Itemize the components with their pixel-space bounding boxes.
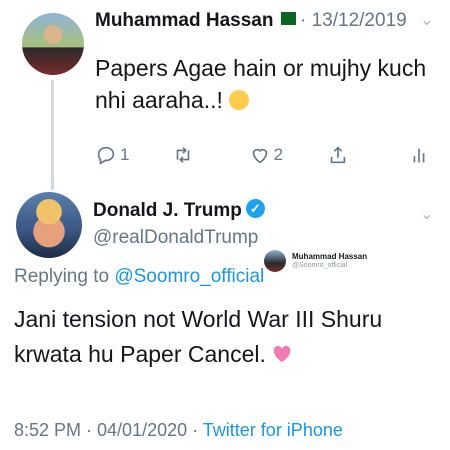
overlay-handle: @Soomro_official <box>292 262 348 269</box>
retweet-icon <box>176 147 190 163</box>
verified-icon: ✓ <box>245 199 265 219</box>
chevron-down-icon[interactable]: ⌄ <box>420 204 433 224</box>
like-button[interactable]: 2 <box>249 144 328 166</box>
tweet2-author-handle[interactable]: @realDonaldTrump <box>93 227 258 249</box>
thread-connector-line <box>51 80 54 190</box>
overlay-name: Muhammad Hassan <box>292 252 368 261</box>
tweet2-author-name-text: Donald J. Trump <box>93 200 242 221</box>
analytics-icon <box>413 148 425 163</box>
tweet2-timestamp[interactable]: 8:52 PM · 04/01/2020 · <box>14 420 203 440</box>
pink-heart-emoji-icon <box>273 345 291 363</box>
reply-count: 1 <box>120 145 130 164</box>
tweet2-text-content: Jani tension not World War III Shuru krw… <box>14 306 383 367</box>
replying-to-link[interactable]: @Soomro_official <box>114 266 264 287</box>
chevron-down-icon[interactable]: ⌄ <box>420 10 433 30</box>
like-icon <box>252 148 267 164</box>
analytics-button[interactable] <box>408 144 430 166</box>
tweet1-text: Papers Agae hain or mujhy kuch nhi aarah… <box>95 52 435 116</box>
tweet2-author-name[interactable]: Donald J. Trump ✓ <box>93 199 265 222</box>
tweet1-text-content: Papers Agae hain or mujhy kuch nhi aarah… <box>95 55 427 113</box>
replying-to-line: Replying to @Soomro_official <box>14 266 264 288</box>
crying-face-emoji-icon <box>229 89 250 110</box>
share-icon <box>331 146 346 164</box>
retweet-button[interactable] <box>172 144 249 166</box>
reply-button[interactable]: 1 <box>95 144 172 166</box>
tweet1-action-bar: 1 2 <box>95 143 430 167</box>
tweet1-author-name[interactable]: Muhammad Hassan <box>95 10 297 32</box>
tweet2-text: Jani tension not World War III Shuru krw… <box>14 302 439 372</box>
tweet2-source-link[interactable]: Twitter for iPhone <box>203 420 343 440</box>
replying-to-prefix: Replying to <box>14 266 115 287</box>
avatar-donald-trump[interactable] <box>16 192 82 258</box>
tweet2-footer: 8:52 PM · 04/01/2020 · Twitter for iPhon… <box>14 420 343 441</box>
like-count: 2 <box>273 145 284 164</box>
tweet1-date[interactable]: · 13/12/2019 <box>300 10 407 32</box>
share-button[interactable] <box>327 144 408 166</box>
reply-icon <box>97 146 115 165</box>
avatar-muhammad-hassan[interactable] <box>22 13 84 75</box>
tweet1-author-name-text: Muhammad Hassan <box>95 10 274 31</box>
overlay-avatar <box>264 250 286 272</box>
pakistan-flag-icon <box>276 12 297 26</box>
